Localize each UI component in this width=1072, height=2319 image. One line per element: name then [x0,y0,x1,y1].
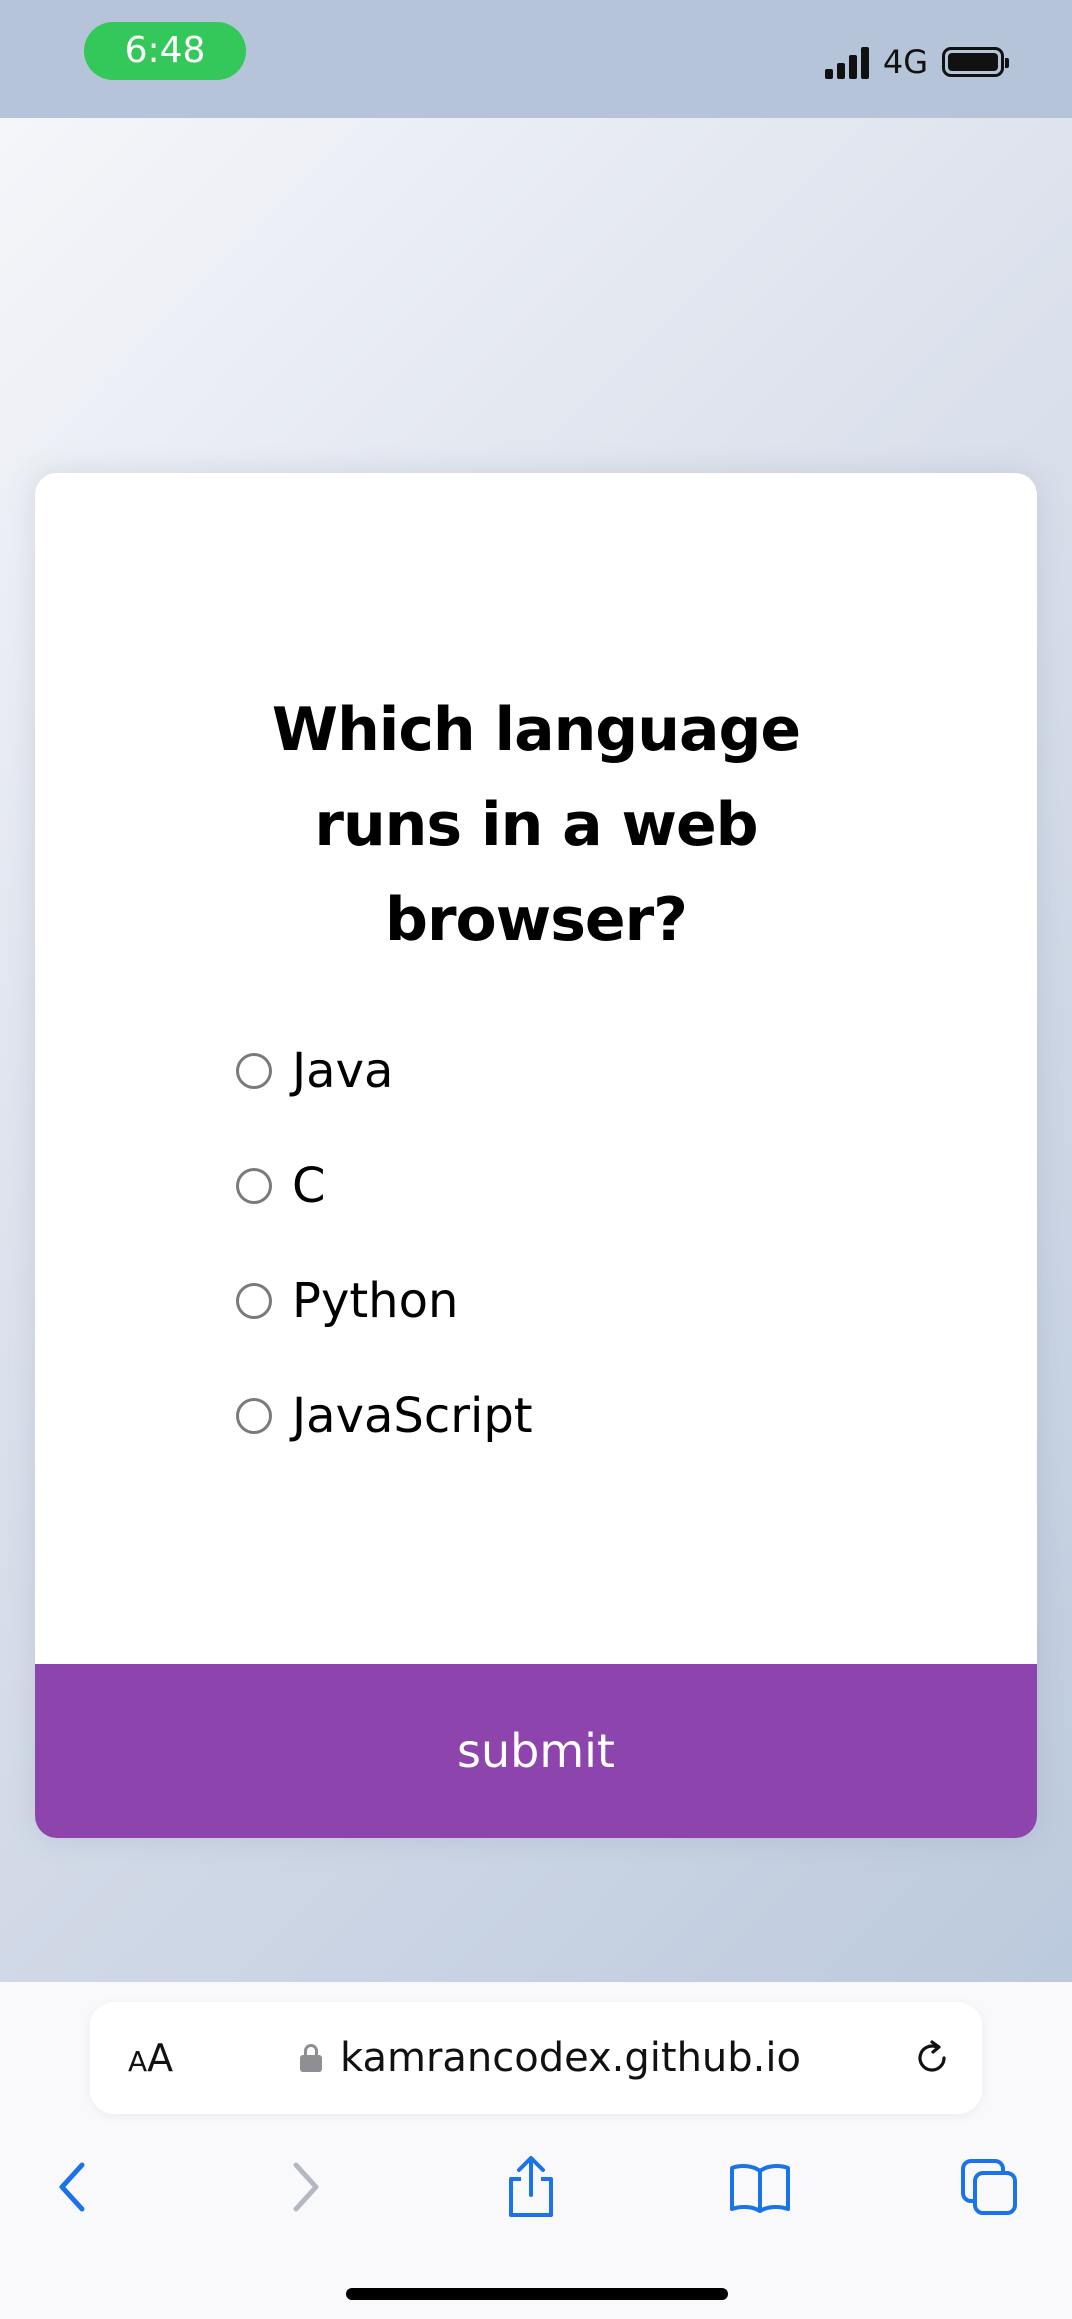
radio-button[interactable] [236,1052,272,1089]
forward-button[interactable] [251,2132,361,2242]
web-page: Which language runs in a web browser? Ja… [0,118,1072,1982]
radio-button[interactable] [236,1397,272,1434]
text-size-large-glyph: A [147,2036,174,2080]
bookmarks-button[interactable] [705,2132,815,2242]
answer-label: Java [292,1042,394,1099]
status-bar: 6:48 4G [0,0,1072,118]
home-indicator[interactable] [346,2288,728,2300]
back-button[interactable] [17,2132,127,2242]
tabs-icon [961,2159,1017,2215]
back-icon [59,2162,85,2212]
reload-icon[interactable] [912,2038,952,2078]
quiz-question: Which language runs in a web browser? [271,695,801,955]
submit-button[interactable]: submit [35,1664,1037,1838]
status-indicators: 4G [824,38,1009,86]
signal-bars-icon [824,45,869,79]
url-display[interactable]: kamrancodex.github.io [300,2002,801,2114]
address-bar[interactable]: AA kamrancodex.github.io [90,2002,982,2114]
network-type: 4G [882,43,928,81]
answer-option-python[interactable]: Python [200,1243,533,1358]
radio-button[interactable] [236,1282,272,1319]
share-button[interactable] [476,2132,586,2242]
bookmarks-icon [730,2164,790,2213]
share-icon [509,2156,553,2217]
battery-full-icon [942,47,1009,77]
answer-list: Java C Python JavaScript [200,1013,533,1473]
text-size-small-glyph: A [128,2045,148,2078]
forward-icon [293,2162,319,2212]
url-text: kamrancodex.github.io [340,2035,801,2081]
answer-option-java[interactable]: Java [200,1013,533,1128]
answer-label: Python [292,1272,459,1329]
text-size-button[interactable]: AA [128,2002,173,2114]
answer-label: C [292,1157,326,1214]
answer-option-javascript[interactable]: JavaScript [200,1358,533,1473]
answer-option-c[interactable]: C [200,1128,533,1243]
browser-toolbar [0,2132,1072,2252]
answer-label: JavaScript [292,1387,533,1444]
radio-button[interactable] [236,1167,272,1204]
browser-bottom-bar: AA kamrancodex.github.io [0,1982,1072,2319]
lock-icon [300,2044,322,2072]
tabs-button[interactable] [934,2132,1044,2242]
status-time: 6:48 [84,22,246,80]
quiz-card: Which language runs in a web browser? Ja… [35,473,1037,1838]
